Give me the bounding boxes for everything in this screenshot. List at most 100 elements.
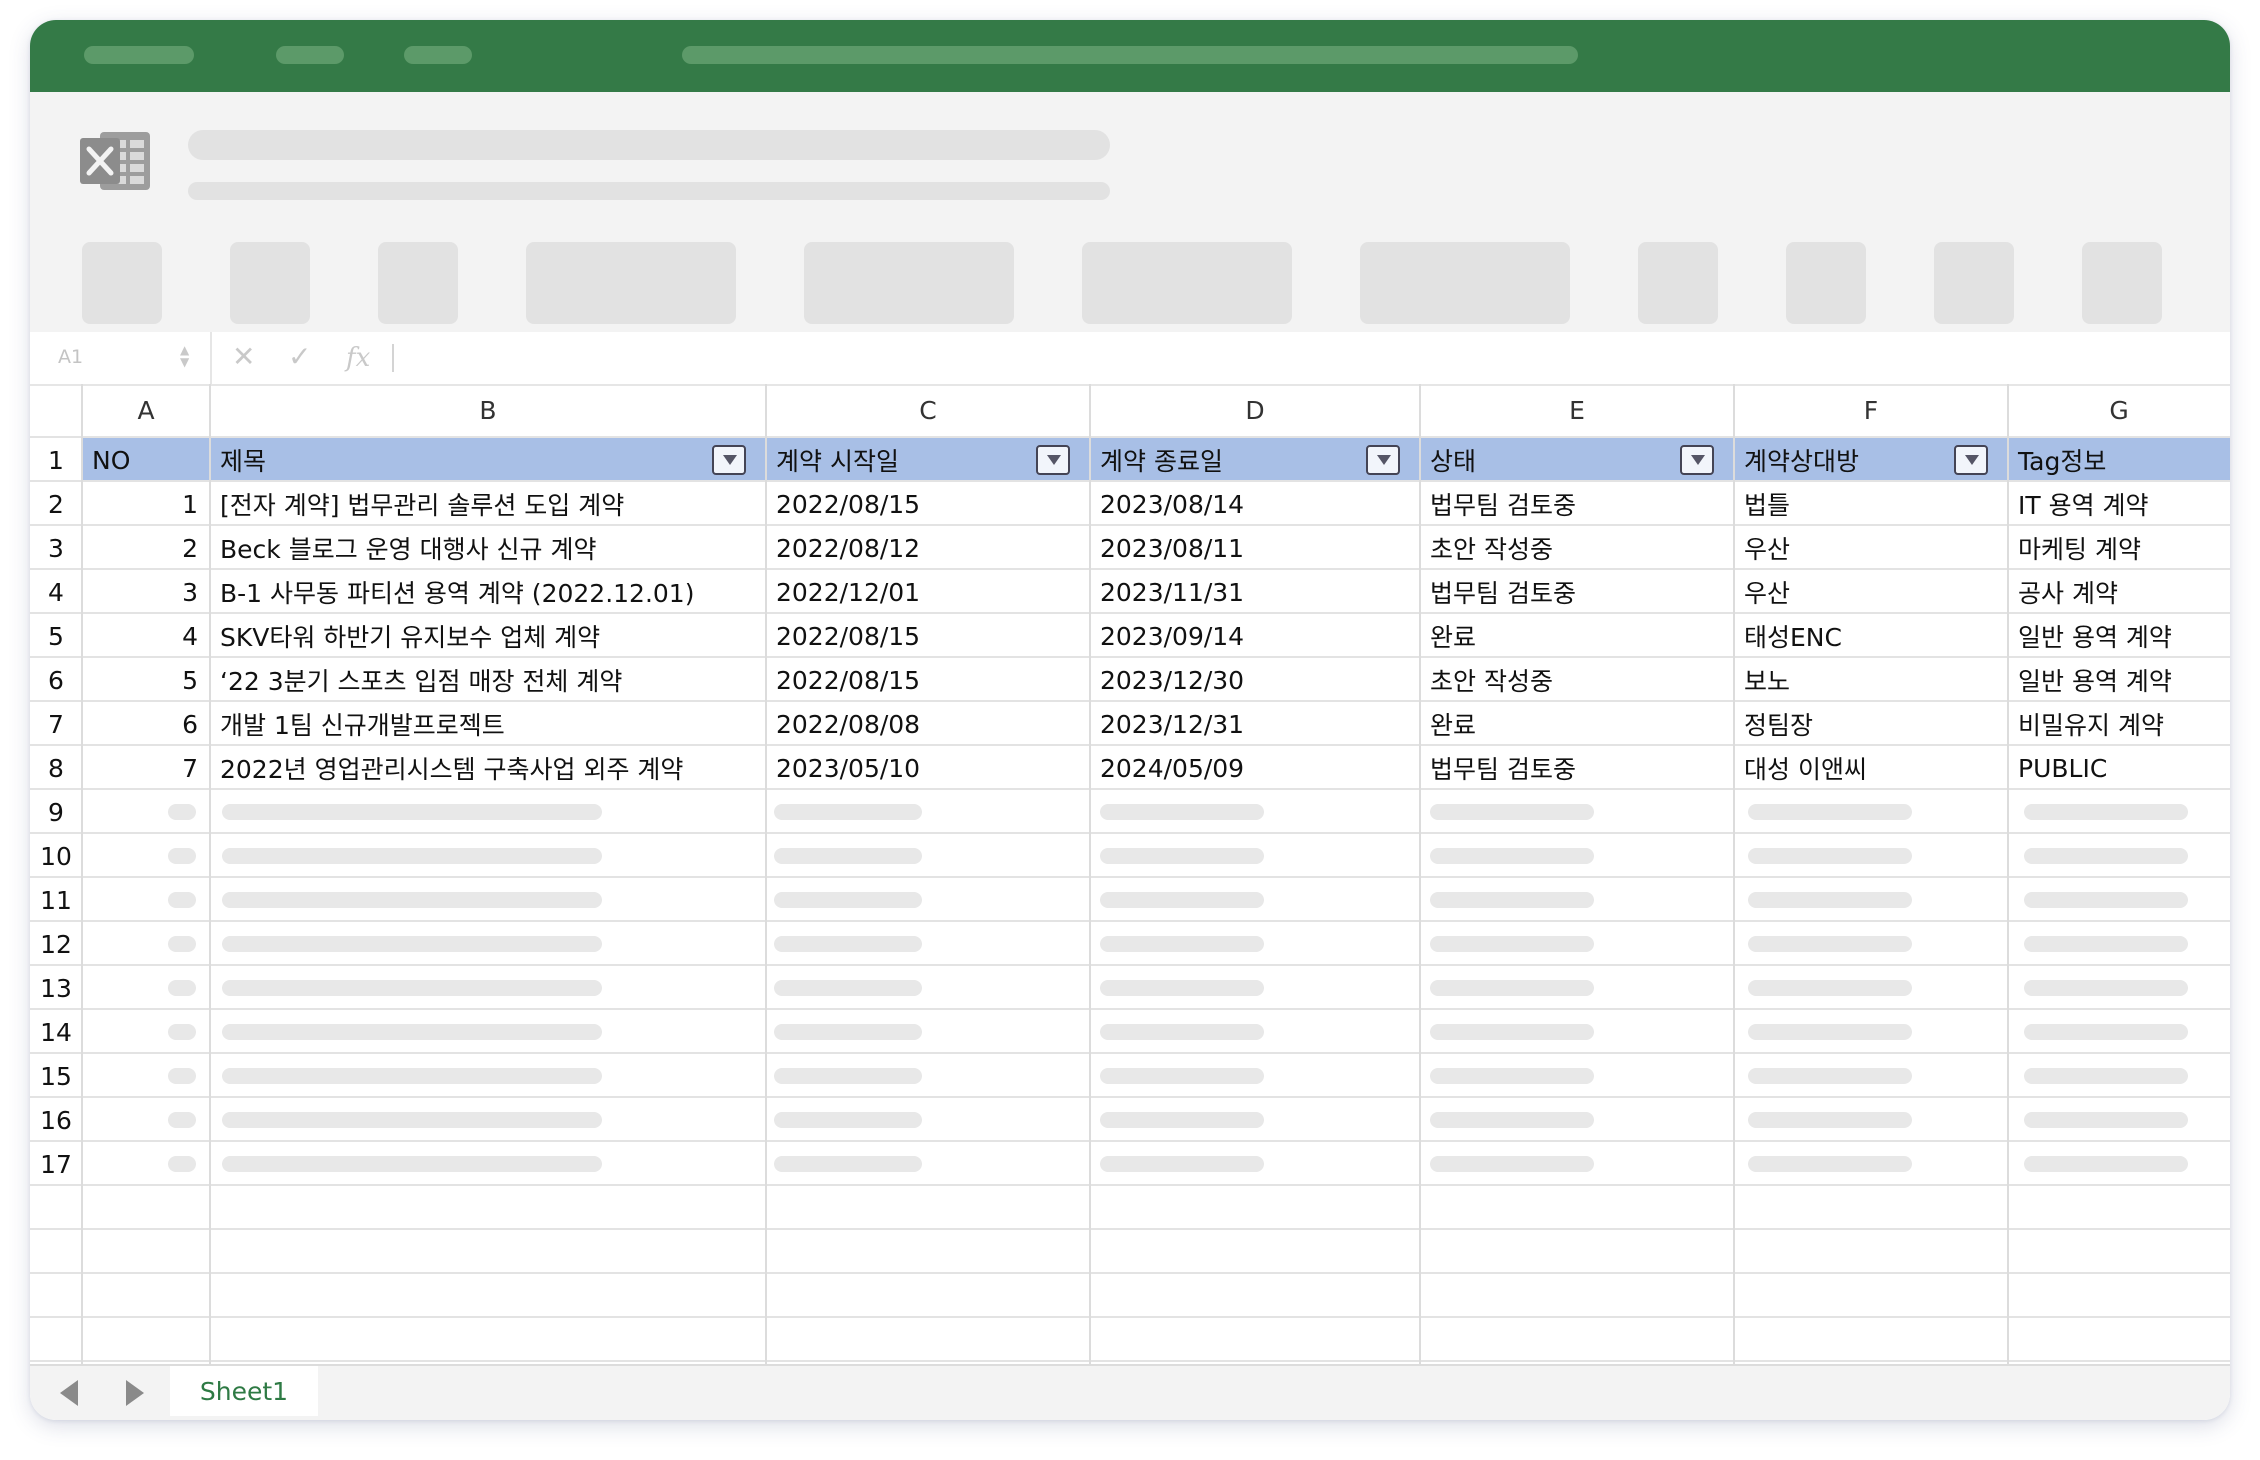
table-cell[interactable]: 2022/12/01 [766, 570, 1090, 614]
row-header[interactable]: 10 [30, 834, 82, 878]
ribbon-button[interactable] [804, 242, 1014, 324]
row-header[interactable]: 6 [30, 658, 82, 702]
table-cell[interactable]: 2023/12/31 [1090, 702, 1420, 746]
table-cell[interactable]: 대성 이앤씨 [1734, 746, 2008, 790]
table-cell[interactable]: 2023/08/11 [1090, 526, 1420, 570]
table-cell[interactable]: 법틀 [1734, 482, 2008, 526]
column-header[interactable]: A [82, 384, 210, 436]
table-cell[interactable]: PUBLIC [2008, 746, 2230, 790]
row-header[interactable]: 17 [30, 1142, 82, 1186]
row-header[interactable]: 5 [30, 614, 82, 658]
row-header[interactable]: 9 [30, 790, 82, 834]
table-cell[interactable]: 2022년 영업관리시스템 구축사업 외주 계약 [210, 746, 766, 790]
table-header-cell[interactable]: NO [82, 438, 210, 482]
formula-input[interactable] [392, 344, 394, 372]
ribbon-button[interactable] [1934, 242, 2014, 324]
table-cell[interactable]: 5 [82, 658, 210, 702]
column-header[interactable]: C [766, 384, 1090, 436]
row-header[interactable]: 11 [30, 878, 82, 922]
chevron-right-icon[interactable] [126, 1380, 144, 1406]
table-cell[interactable]: SKV타워 하반기 유지보수 업체 계약 [210, 614, 766, 658]
filter-dropdown-icon[interactable] [1036, 445, 1070, 475]
table-cell[interactable]: 2023/05/10 [766, 746, 1090, 790]
table-cell[interactable]: 2 [82, 526, 210, 570]
table-cell[interactable]: 비밀유지 계약 [2008, 702, 2230, 746]
ribbon-button[interactable] [82, 242, 162, 324]
table-cell[interactable]: 법무팀 검토중 [1420, 746, 1734, 790]
ribbon-button[interactable] [526, 242, 736, 324]
table-header-cell[interactable]: 제목 [210, 438, 766, 482]
table-cell[interactable]: 2023/11/31 [1090, 570, 1420, 614]
table-cell[interactable]: ‘22 3분기 스포츠 입점 매장 전체 계약 [210, 658, 766, 702]
row-header[interactable]: 14 [30, 1010, 82, 1054]
row-header[interactable]: 2 [30, 482, 82, 526]
table-cell[interactable]: 정팀장 [1734, 702, 2008, 746]
table-cell[interactable]: 법무팀 검토중 [1420, 570, 1734, 614]
table-cell[interactable]: 완료 [1420, 702, 1734, 746]
filter-dropdown-icon[interactable] [712, 445, 746, 475]
row-header[interactable]: 13 [30, 966, 82, 1010]
ribbon-button[interactable] [1360, 242, 1570, 324]
row-header[interactable]: 15 [30, 1054, 82, 1098]
title-menu-placeholder[interactable] [84, 46, 194, 64]
row-header[interactable]: 16 [30, 1098, 82, 1142]
ribbon-button[interactable] [378, 242, 458, 324]
ribbon-button[interactable] [1786, 242, 1866, 324]
name-box-stepper-icon[interactable]: ▲ ▼ [180, 344, 189, 368]
table-cell[interactable]: 7 [82, 746, 210, 790]
close-icon[interactable]: ✕ [232, 340, 255, 373]
table-cell[interactable]: IT 용역 계약 [2008, 482, 2230, 526]
table-cell[interactable]: 보노 [1734, 658, 2008, 702]
table-cell[interactable]: 3 [82, 570, 210, 614]
row-header[interactable]: 1 [30, 438, 82, 482]
table-header-cell[interactable]: Tag정보 [2008, 438, 2230, 482]
table-cell[interactable]: 2022/08/15 [766, 482, 1090, 526]
table-cell[interactable]: 2022/08/08 [766, 702, 1090, 746]
table-cell[interactable]: 2023/09/14 [1090, 614, 1420, 658]
name-box[interactable]: A1 ▲ ▼ [30, 332, 212, 384]
column-header[interactable]: B [210, 384, 766, 436]
table-cell[interactable]: B-1 사무동 파티션 용역 계약 (2022.12.01) [210, 570, 766, 614]
column-header[interactable]: D [1090, 384, 1420, 436]
table-cell[interactable]: 태성ENC [1734, 614, 2008, 658]
table-cell[interactable]: Beck 블로그 운영 대행사 신규 계약 [210, 526, 766, 570]
table-cell[interactable]: 우산 [1734, 526, 2008, 570]
table-cell[interactable]: 4 [82, 614, 210, 658]
table-cell[interactable]: 일반 용역 계약 [2008, 658, 2230, 702]
ribbon-button[interactable] [2082, 242, 2162, 324]
filter-dropdown-icon[interactable] [1954, 445, 1988, 475]
row-header[interactable]: 12 [30, 922, 82, 966]
table-cell[interactable]: 2023/08/14 [1090, 482, 1420, 526]
table-cell[interactable]: 마케팅 계약 [2008, 526, 2230, 570]
table-cell[interactable]: 초안 작성중 [1420, 526, 1734, 570]
function-icon[interactable]: fx [346, 343, 370, 373]
table-cell[interactable]: 2024/05/09 [1090, 746, 1420, 790]
ribbon-button[interactable] [1082, 242, 1292, 324]
table-cell[interactable]: 우산 [1734, 570, 2008, 614]
row-header[interactable]: 4 [30, 570, 82, 614]
filter-dropdown-icon[interactable] [1366, 445, 1400, 475]
table-cell[interactable]: 2022/08/15 [766, 614, 1090, 658]
filter-dropdown-icon[interactable] [1680, 445, 1714, 475]
table-cell[interactable]: 1 [82, 482, 210, 526]
ribbon-button[interactable] [1638, 242, 1718, 324]
table-cell[interactable]: 6 [82, 702, 210, 746]
table-cell[interactable]: 2023/12/30 [1090, 658, 1420, 702]
table-cell[interactable]: 일반 용역 계약 [2008, 614, 2230, 658]
chevron-left-icon[interactable] [60, 1380, 78, 1406]
column-header[interactable]: F [1734, 384, 2008, 436]
title-menu-placeholder[interactable] [276, 46, 344, 64]
row-header[interactable]: 3 [30, 526, 82, 570]
table-cell[interactable]: 초안 작성중 [1420, 658, 1734, 702]
table-cell[interactable]: 개발 1팀 신규개발프로젝트 [210, 702, 766, 746]
ribbon-button[interactable] [230, 242, 310, 324]
table-cell[interactable]: 2022/08/15 [766, 658, 1090, 702]
table-cell[interactable]: 공사 계약 [2008, 570, 2230, 614]
table-cell[interactable]: 완료 [1420, 614, 1734, 658]
check-icon[interactable]: ✓ [288, 340, 311, 373]
title-menu-placeholder[interactable] [404, 46, 472, 64]
sheet-tab[interactable]: Sheet1 [170, 1366, 318, 1416]
column-header[interactable]: G [2008, 384, 2230, 436]
row-header[interactable]: 7 [30, 702, 82, 746]
row-header[interactable]: 8 [30, 746, 82, 790]
